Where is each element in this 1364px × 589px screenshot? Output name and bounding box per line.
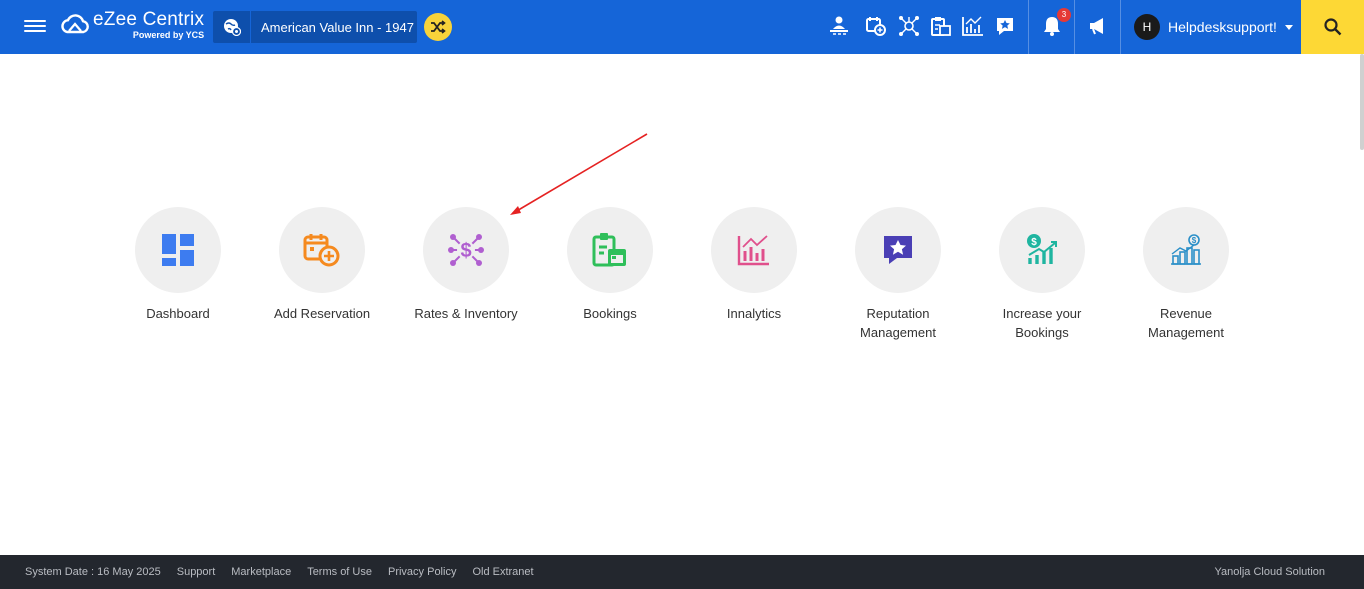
system-date: System Date : 16 May 2025 <box>25 566 161 578</box>
footer-link-support[interactable]: Support <box>177 566 216 578</box>
add-reservation-icon[interactable] <box>864 14 888 38</box>
footer-link-privacy[interactable]: Privacy Policy <box>388 566 456 578</box>
footer-link-terms[interactable]: Terms of Use <box>307 566 372 578</box>
announcement-icon[interactable] <box>1086 14 1110 38</box>
reputation-icon[interactable] <box>993 14 1017 38</box>
module-dashboard[interactable]: Dashboard <box>113 207 243 323</box>
notification-bell-icon[interactable]: 3 <box>1040 8 1071 38</box>
module-label: Increase your Bookings <box>1002 306 1082 340</box>
revenue-management-icon: $ <box>1143 207 1229 293</box>
header-divider <box>1074 0 1075 54</box>
top-navigation-bar: eZee Centrix Powered by YCS American Val… <box>0 0 1364 54</box>
module-label: Bookings <box>583 306 637 321</box>
module-label: Dashboard <box>146 306 210 321</box>
chevron-down-icon <box>1284 24 1293 30</box>
cloud-logo-icon <box>61 14 89 34</box>
dashboard-icon <box>135 207 221 293</box>
reputation-icon <box>855 207 941 293</box>
logo-title: eZee Centrix <box>93 9 205 30</box>
svg-text:$: $ <box>460 240 471 262</box>
bookings-icon[interactable] <box>929 14 953 38</box>
svg-text:$: $ <box>1031 237 1037 248</box>
increase-bookings-icon: $ <box>999 207 1085 293</box>
notification-count-badge: 3 <box>1057 8 1071 22</box>
module-label: Revenue Management <box>1148 306 1224 340</box>
module-bookings[interactable]: Bookings <box>545 207 675 323</box>
module-label: Reputation Management <box>860 306 936 340</box>
module-increase-bookings[interactable]: $ Increase your Bookings <box>977 207 1107 342</box>
svg-text:$: $ <box>1192 236 1197 245</box>
add-reservation-icon <box>279 207 365 293</box>
header-divider <box>1120 0 1121 54</box>
shuffle-icon <box>431 20 446 34</box>
module-revenue-management[interactable]: $ Revenue Management <box>1121 207 1251 342</box>
module-label: Add Reservation <box>273 306 371 321</box>
property-selector[interactable]: American Value Inn - 1947 <box>213 11 417 43</box>
search-icon <box>1323 18 1341 36</box>
front-desk-icon[interactable] <box>827 14 851 38</box>
user-name: Helpdesksupport! <box>1168 19 1277 35</box>
user-menu[interactable]: H Helpdesksupport! <box>1134 13 1293 41</box>
module-reputation-management[interactable]: Reputation Management <box>833 207 963 342</box>
module-label: Rates & Inventory <box>414 306 518 321</box>
rates-inventory-icon[interactable] <box>897 14 921 38</box>
hamburger-menu-icon[interactable] <box>24 17 46 37</box>
search-button[interactable] <box>1301 0 1364 54</box>
header-divider <box>1028 0 1029 54</box>
scrollbar[interactable] <box>1360 54 1364 150</box>
footer-link-old-extranet[interactable]: Old Extranet <box>472 566 533 578</box>
footer: System Date : 16 May 2025 Support Market… <box>0 555 1364 589</box>
innalytics-icon <box>711 207 797 293</box>
switch-property-button[interactable] <box>424 13 452 41</box>
avatar: H <box>1134 14 1160 40</box>
bookings-icon <box>567 207 653 293</box>
property-name: American Value Inn - 1947 <box>261 19 414 35</box>
footer-link-marketplace[interactable]: Marketplace <box>231 566 291 578</box>
rates-inventory-icon: $ <box>423 207 509 293</box>
ezee-centrix-logo[interactable]: eZee Centrix Powered by YCS <box>60 10 204 44</box>
module-rates-inventory[interactable]: $ Rates & Inventory <box>401 207 531 323</box>
module-label: Innalytics <box>726 306 782 321</box>
innalytics-icon[interactable] <box>961 14 985 38</box>
module-innalytics[interactable]: Innalytics <box>689 207 819 323</box>
module-add-reservation[interactable]: Add Reservation <box>257 207 387 323</box>
globe-icon <box>213 11 251 43</box>
company-name: Yanolja Cloud Solution <box>1214 566 1325 578</box>
logo-subtitle: Powered by YCS <box>132 30 205 40</box>
